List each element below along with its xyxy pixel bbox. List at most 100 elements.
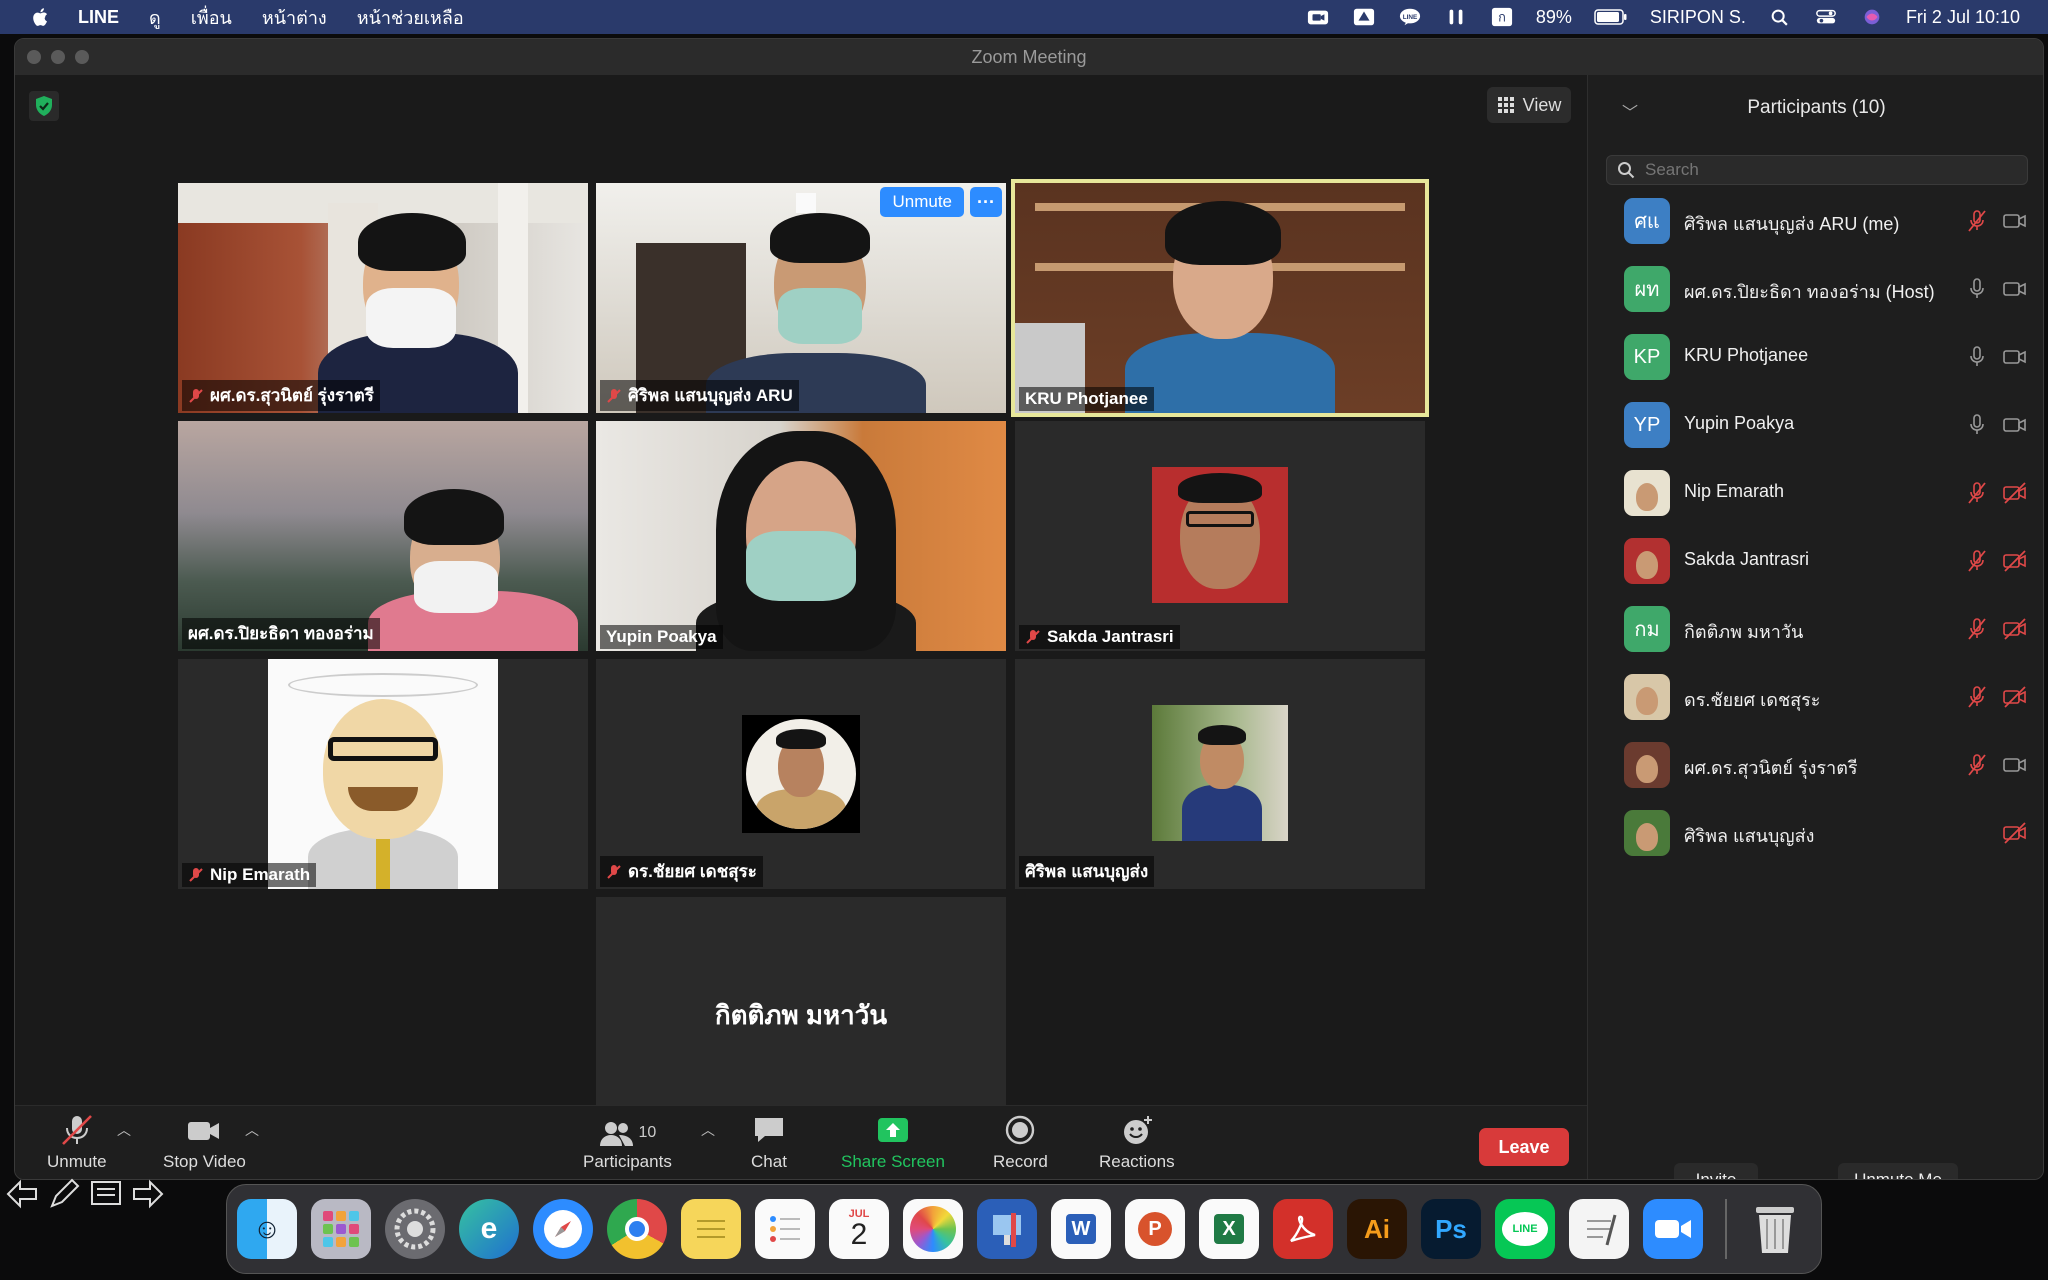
menu-app-name[interactable]: LINE — [78, 7, 119, 28]
photos-icon[interactable] — [903, 1199, 963, 1259]
safari-icon[interactable] — [533, 1199, 593, 1259]
participants-options-caret-icon[interactable]: ︿ — [701, 1120, 715, 1140]
muted-mic-icon[interactable] — [1966, 209, 1988, 233]
keynote-icon[interactable] — [977, 1199, 1037, 1259]
record-button[interactable]: Record — [993, 1114, 1048, 1172]
participant-row[interactable]: KP KRU Photjanee — [1588, 323, 2043, 391]
illustrator-icon[interactable]: Ai — [1347, 1199, 1407, 1259]
participant-row[interactable]: ผศ.ดร.สุวนิตย์ รุ่งราตรี — [1588, 731, 2043, 799]
video-camera-icon[interactable] — [2002, 754, 2028, 776]
leave-meeting-button[interactable]: Leave — [1479, 1128, 1569, 1166]
window-titlebar[interactable]: Zoom Meeting — [15, 39, 2043, 75]
unmute-me-button[interactable]: Unmute Me — [1838, 1163, 1958, 1179]
video-off-icon[interactable] — [2002, 822, 2028, 844]
stop-video-button[interactable]: Stop Video — [163, 1114, 246, 1172]
menu-help[interactable]: หน้าช่วยเหลือ — [357, 3, 464, 32]
video-camera-icon[interactable] — [2002, 346, 2028, 368]
finder-icon[interactable]: ☺ — [237, 1199, 297, 1259]
pen-icon[interactable] — [46, 1176, 82, 1212]
chat-button[interactable]: Chat — [751, 1114, 787, 1172]
clock-datetime[interactable]: Fri 2 Jul 10:10 — [1906, 7, 2020, 28]
participant-row[interactable]: Sakda Jantrasri — [1588, 527, 2043, 595]
muted-mic-icon[interactable] — [1966, 617, 1988, 641]
mic-icon[interactable] — [1966, 277, 1988, 301]
launchpad-icon[interactable] — [311, 1199, 371, 1259]
note-icon[interactable] — [88, 1176, 124, 1212]
system-preferences-icon[interactable] — [385, 1199, 445, 1259]
video-camera-icon[interactable] — [2002, 278, 2028, 300]
participant-search[interactable] — [1606, 155, 2028, 185]
menu-friends[interactable]: เพื่อน — [191, 3, 232, 32]
participant-row[interactable]: Nip Emarath — [1588, 459, 2043, 527]
menu-window[interactable]: หน้าต่าง — [262, 3, 327, 32]
control-center-icon[interactable] — [1814, 7, 1838, 27]
video-tile[interactable]: กิตติภพ มหาวัน — [596, 897, 1006, 1127]
video-options-caret-icon[interactable]: ︿ — [245, 1120, 259, 1140]
video-tile[interactable]: Sakda Jantrasri — [1015, 421, 1425, 651]
back-arrow-icon[interactable] — [4, 1176, 40, 1212]
notes-icon[interactable] — [681, 1199, 741, 1259]
line-tray-icon[interactable]: LINE — [1398, 7, 1422, 27]
audio-options-caret-icon[interactable]: ︿ — [117, 1120, 131, 1140]
video-camera-icon[interactable] — [2002, 210, 2028, 232]
input-method-icon[interactable]: ก — [1490, 7, 1514, 27]
camera-status-icon[interactable] — [1306, 7, 1330, 27]
acrobat-icon[interactable] — [1273, 1199, 1333, 1259]
participant-row[interactable]: ศิริพล แสนบุญส่ง — [1588, 799, 2043, 867]
photoshop-icon[interactable]: Ps — [1421, 1199, 1481, 1259]
battery-icon[interactable] — [1594, 7, 1628, 27]
video-tile[interactable]: ศิริพล แสนบุญส่ง — [1015, 659, 1425, 889]
participant-row[interactable]: YP Yupin Poakya — [1588, 391, 2043, 459]
spotlight-search-icon[interactable] — [1768, 7, 1792, 27]
drive-icon[interactable] — [1352, 7, 1376, 27]
powerpoint-icon[interactable]: P — [1125, 1199, 1185, 1259]
invite-button[interactable]: Invite — [1674, 1163, 1758, 1179]
excel-icon[interactable]: X — [1199, 1199, 1259, 1259]
more-options-button[interactable]: ··· — [970, 187, 1002, 217]
video-off-icon[interactable] — [2002, 686, 2028, 708]
view-layout-button[interactable]: View — [1487, 87, 1571, 123]
video-tile-active-speaker[interactable]: KRU Photjanee — [1011, 179, 1429, 417]
reminders-icon[interactable] — [755, 1199, 815, 1259]
encryption-shield-icon[interactable] — [29, 91, 59, 121]
video-tile[interactable]: Unmute ··· ศิริพล แสนบุญส่ง ARU — [596, 183, 1006, 413]
video-tile[interactable]: Yupin Poakya — [596, 421, 1006, 651]
video-off-icon[interactable] — [2002, 482, 2028, 504]
video-off-icon[interactable] — [2002, 550, 2028, 572]
share-screen-button[interactable]: Share Screen — [841, 1114, 945, 1172]
video-tile[interactable]: ผศ.ดร.ปิยะธิดา ทองอร่าม — [178, 421, 588, 651]
muted-mic-icon[interactable] — [1966, 549, 1988, 573]
video-camera-icon[interactable] — [2002, 414, 2028, 436]
participants-button[interactable]: 10 Participants — [583, 1114, 672, 1172]
participant-row[interactable]: ผท ผศ.ดร.ปิยะธิดา ทองอร่าม (Host) — [1588, 255, 2043, 323]
apple-logo-icon[interactable] — [30, 6, 52, 28]
participant-row[interactable]: ดร.ชัยยศ เดชสุระ — [1588, 663, 2043, 731]
zoom-app-icon[interactable] — [1643, 1199, 1703, 1259]
calendar-icon[interactable]: JUL 2 — [829, 1199, 889, 1259]
unmute-button[interactable]: Unmute — [47, 1114, 107, 1172]
mic-icon[interactable] — [1966, 413, 1988, 437]
mic-icon[interactable] — [1966, 345, 1988, 369]
unmute-participant-button[interactable]: Unmute — [880, 187, 964, 217]
edge-browser-icon[interactable]: e — [459, 1199, 519, 1259]
muted-mic-icon[interactable] — [1966, 685, 1988, 709]
video-tile[interactable]: ดร.ชัยยศ เดชสุระ — [596, 659, 1006, 889]
chrome-icon[interactable] — [607, 1199, 667, 1259]
muted-mic-icon[interactable] — [1966, 753, 1988, 777]
word-icon[interactable]: W — [1051, 1199, 1111, 1259]
trash-icon[interactable] — [1745, 1199, 1805, 1259]
airpods-icon[interactable] — [1444, 7, 1468, 27]
video-tile[interactable]: ผศ.ดร.สุวนิตย์ รุ่งราตรี — [178, 183, 588, 413]
line-app-icon[interactable]: LINE — [1495, 1199, 1555, 1259]
muted-mic-icon[interactable] — [1966, 481, 1988, 505]
video-off-icon[interactable] — [2002, 618, 2028, 640]
siri-icon[interactable] — [1860, 7, 1884, 27]
textedit-icon[interactable] — [1569, 1199, 1629, 1259]
user-name[interactable]: SIRIPON S. — [1650, 7, 1746, 28]
video-tile[interactable]: Nip Emarath — [178, 659, 588, 889]
participant-row[interactable]: กม กิตติภพ มหาวัน — [1588, 595, 2043, 663]
search-input[interactable] — [1645, 160, 2005, 180]
participant-row[interactable]: ศแ ศิริพล แสนบุญส่ง ARU (me) — [1588, 187, 2043, 255]
forward-arrow-icon[interactable] — [130, 1176, 166, 1212]
reactions-button[interactable]: Reactions — [1099, 1114, 1175, 1172]
